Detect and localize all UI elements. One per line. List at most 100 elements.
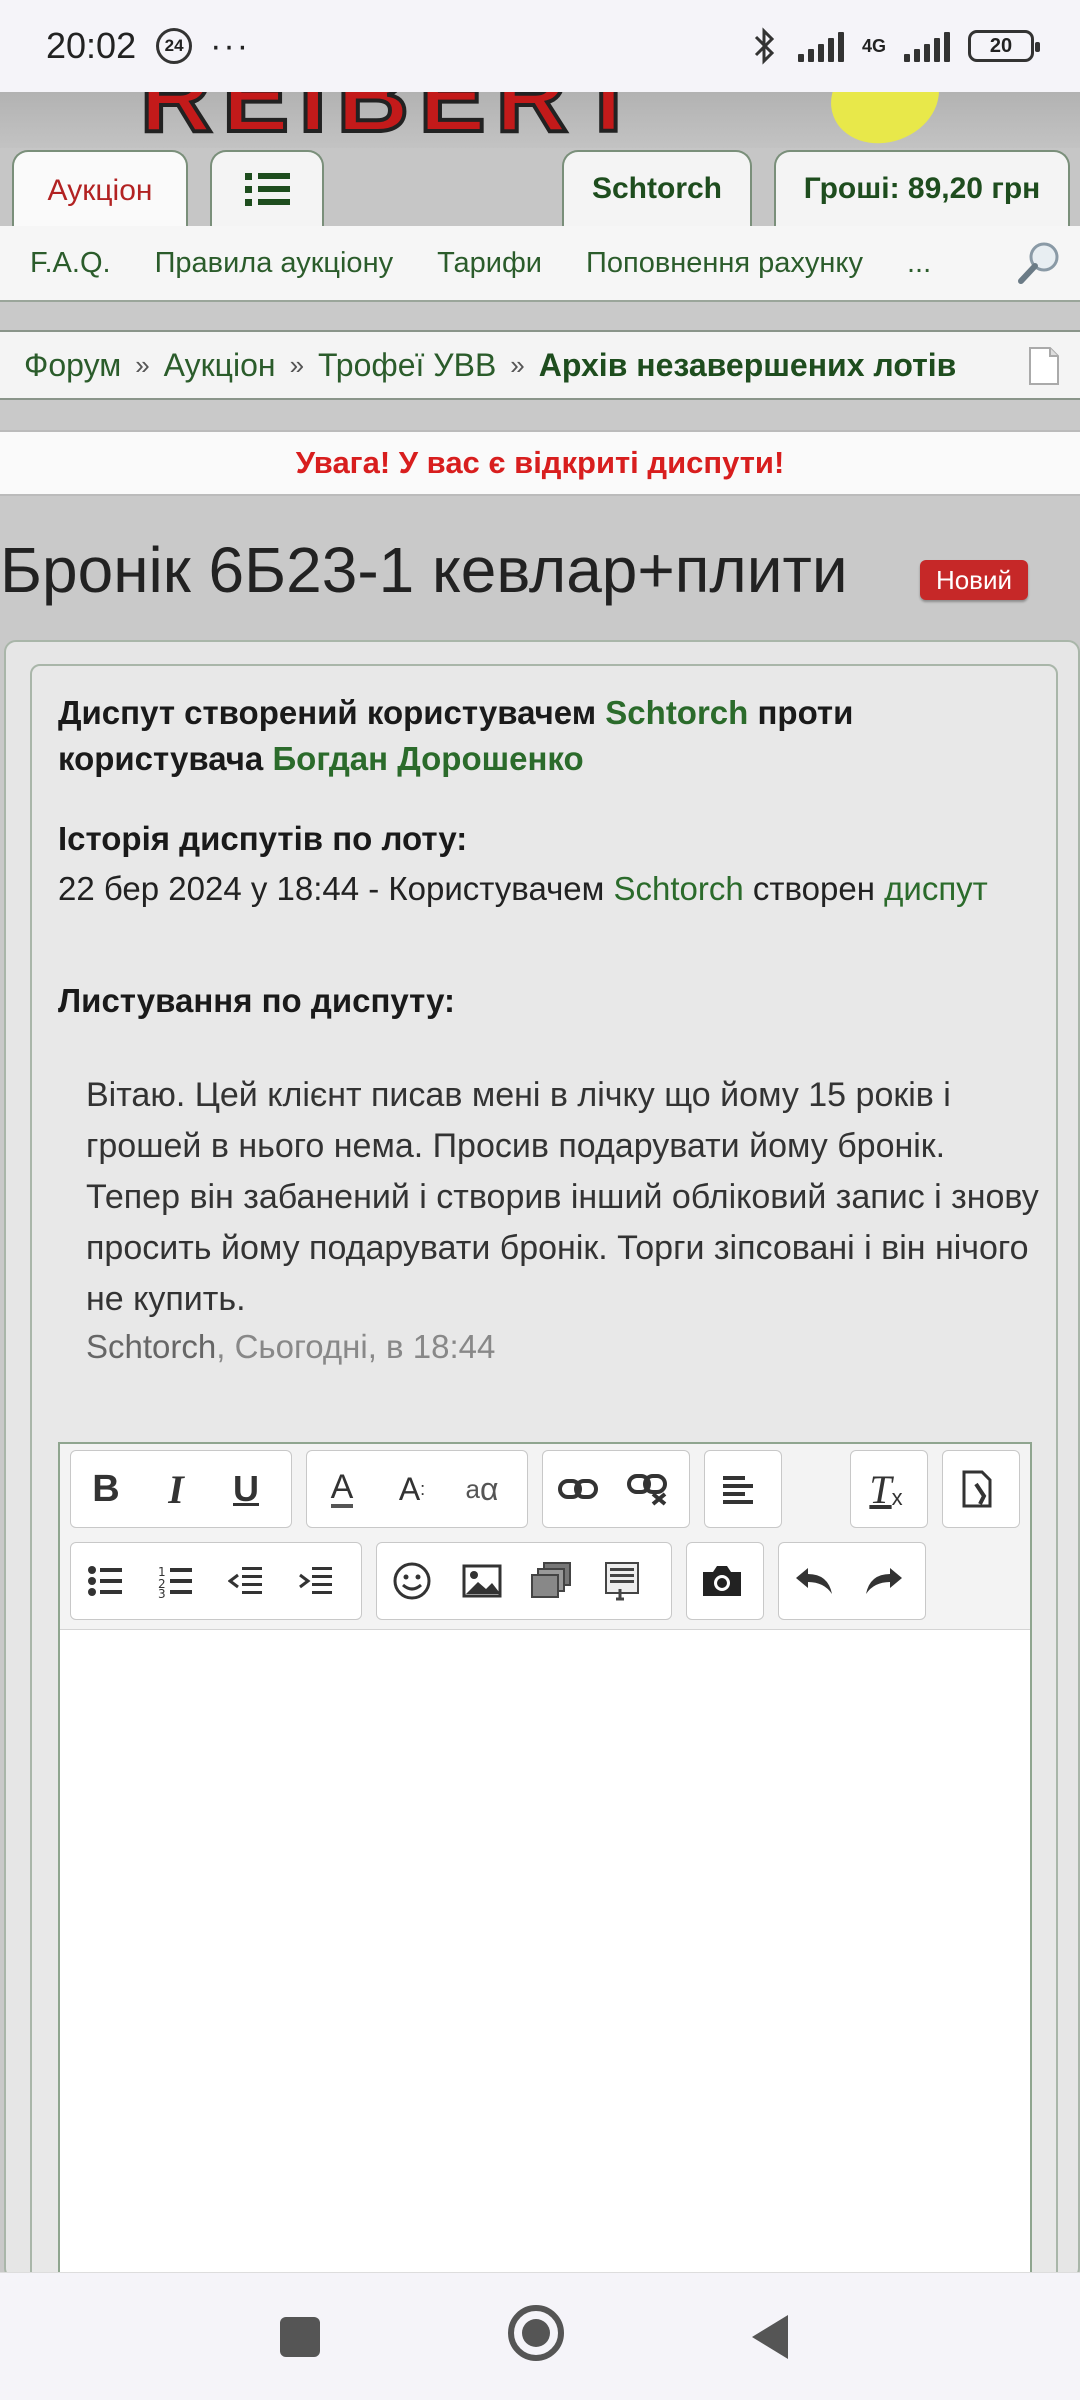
insert-link-button[interactable] <box>543 1451 613 1527</box>
dispute-heading-prefix: Диспут створений користувачем <box>58 694 597 731</box>
nav-item-more[interactable]: ... <box>907 247 931 280</box>
dispute-panel: Диспут створений користувачем Schtorch п… <box>30 664 1058 2284</box>
breadcrumb-forum[interactable]: Форум <box>24 347 121 384</box>
bold-button[interactable]: B <box>71 1451 141 1527</box>
back-icon[interactable] <box>752 2315 788 2359</box>
italic-button[interactable]: I <box>141 1451 211 1527</box>
insert-image-button[interactable] <box>447 1543 517 1619</box>
reply-editor: B I U A A: aα T x 1 2 3 <box>58 1442 1032 2282</box>
menu-button[interactable] <box>210 150 324 226</box>
dispute-creator-link[interactable]: Schtorch <box>605 694 748 731</box>
logo-decoration <box>817 92 953 152</box>
system-navigation-bar <box>0 2272 1080 2400</box>
source-button[interactable] <box>943 1451 1013 1527</box>
signal-icon <box>797 30 844 62</box>
media-icon <box>531 1562 571 1598</box>
align-left-icon <box>723 1476 753 1504</box>
history-user-link[interactable]: Schtorch <box>613 870 743 907</box>
text-color-button[interactable]: A <box>307 1451 377 1527</box>
breadcrumb-separator: » <box>135 349 150 380</box>
breadcrumb-trophies[interactable]: Трофеї УВВ <box>318 347 496 384</box>
svg-text:3: 3 <box>158 1587 166 1598</box>
site-logo-banner[interactable]: REIBERT <box>0 92 1080 152</box>
editor-toolbar: B I U A A: aα T x 1 2 3 <box>60 1444 1030 1630</box>
document-icon[interactable] <box>1028 346 1060 386</box>
history-title: Історія диспутів по лоту: <box>58 820 468 857</box>
media-button[interactable] <box>517 1543 587 1619</box>
tab-money[interactable]: Гроші: 89,20 грн <box>774 150 1070 226</box>
battery-icon: 20 <box>968 30 1040 62</box>
text-color-icon: A <box>330 1468 354 1508</box>
redo-button[interactable] <box>849 1543 919 1619</box>
history-entry: 22 бер 2024 у 18:44 - Користувачем Schto… <box>58 866 1028 912</box>
dispute-heading: Диспут створений користувачем Schtorch п… <box>58 690 1018 782</box>
unlink-icon <box>627 1474 667 1506</box>
nav-item-rules[interactable]: Правила аукціону <box>155 247 394 280</box>
nav-item-tariffs[interactable]: Тарифи <box>437 247 542 280</box>
notification-count-icon: 24 <box>156 28 193 64</box>
remove-format-x: x <box>891 1485 903 1510</box>
camera-button[interactable] <box>687 1543 757 1619</box>
indent-icon <box>299 1567 332 1594</box>
recent-apps-icon[interactable] <box>280 2317 320 2357</box>
correspondence-title: Листування по диспуту: <box>58 982 456 1019</box>
emoji-button[interactable] <box>377 1543 447 1619</box>
more-notifications-icon: ··· <box>210 26 251 65</box>
numbered-list-button[interactable]: 123 <box>141 1543 211 1619</box>
underline-button[interactable]: U <box>211 1451 281 1527</box>
align-button[interactable] <box>705 1451 775 1527</box>
insert-group <box>376 1542 672 1620</box>
template-icon <box>605 1562 639 1601</box>
smiley-icon <box>393 1562 431 1600</box>
message-author-link[interactable]: Schtorch <box>86 1328 216 1365</box>
numbered-list-icon: 123 <box>158 1565 192 1598</box>
home-icon[interactable] <box>508 2305 564 2361</box>
indent-button[interactable] <box>281 1543 351 1619</box>
breadcrumb-current[interactable]: Архів незавершених лотів <box>539 347 957 384</box>
nav-bar: F.A.Q. Правила аукціону Тарифи Поповненн… <box>0 226 1080 302</box>
list-group: 123 <box>70 1542 362 1620</box>
site-logo: REIBERT <box>138 92 649 152</box>
camera-icon <box>703 1566 741 1596</box>
redo-icon <box>866 1568 902 1594</box>
bullet-list-icon <box>88 1566 122 1596</box>
status-time: 20:02 <box>46 25 137 66</box>
font-family-button[interactable]: aα <box>447 1451 517 1527</box>
history-dispute-link[interactable]: диспут <box>884 870 988 907</box>
outdent-button[interactable] <box>211 1543 281 1619</box>
outdent-icon <box>228 1567 262 1594</box>
message-time: , Сьогодні, в 18:44 <box>216 1328 496 1365</box>
network-type: 4G <box>861 36 886 56</box>
bold-icon: B <box>92 1467 120 1510</box>
signal-icon-2 <box>904 30 950 62</box>
tab-user[interactable]: Schtorch <box>562 150 752 226</box>
nav-item-topup[interactable]: Поповнення рахунку <box>586 247 863 280</box>
font-family-icon: a <box>465 1473 480 1504</box>
source-group <box>942 1450 1020 1528</box>
status-badge: Новий <box>920 560 1028 600</box>
link-icon <box>558 1479 598 1499</box>
history-date: 22 бер 2024 у 18:44 - Користувачем <box>58 870 605 907</box>
history-action: створен <box>752 870 875 907</box>
undo-button[interactable] <box>779 1543 849 1619</box>
tab-auction[interactable]: Аукціон <box>12 150 188 230</box>
breadcrumb-separator: » <box>510 349 525 380</box>
remove-format-button[interactable]: Tx <box>851 1451 921 1527</box>
search-icon[interactable] <box>1016 240 1062 286</box>
template-button[interactable] <box>587 1543 657 1619</box>
open-disputes-alert[interactable]: Увага! У вас є відкриті диспути! <box>0 430 1080 496</box>
remove-link-button[interactable] <box>613 1451 683 1527</box>
editor-text-area[interactable] <box>60 1632 1030 2282</box>
paste-icon <box>962 1470 992 1508</box>
breadcrumb-auction[interactable]: Аукціон <box>164 347 276 384</box>
bullet-list-button[interactable] <box>71 1543 141 1619</box>
font-size-button[interactable]: A: <box>377 1451 447 1527</box>
font-group: A A: aα <box>306 1450 528 1528</box>
link-group <box>542 1450 690 1528</box>
title-row: Бронік 6Б23-1 кевлар+плити Новий <box>0 520 1080 620</box>
message-text: Вітаю. Цей клієнт писав мені в лічку що … <box>86 1076 1039 1318</box>
nav-item-faq[interactable]: F.A.Q. <box>30 247 111 280</box>
camera-group <box>686 1542 764 1620</box>
message-meta: Schtorch, Сьогодні, в 18:44 <box>86 1328 495 1366</box>
dispute-opponent-link[interactable]: Богдан Дорошенко <box>272 740 583 777</box>
